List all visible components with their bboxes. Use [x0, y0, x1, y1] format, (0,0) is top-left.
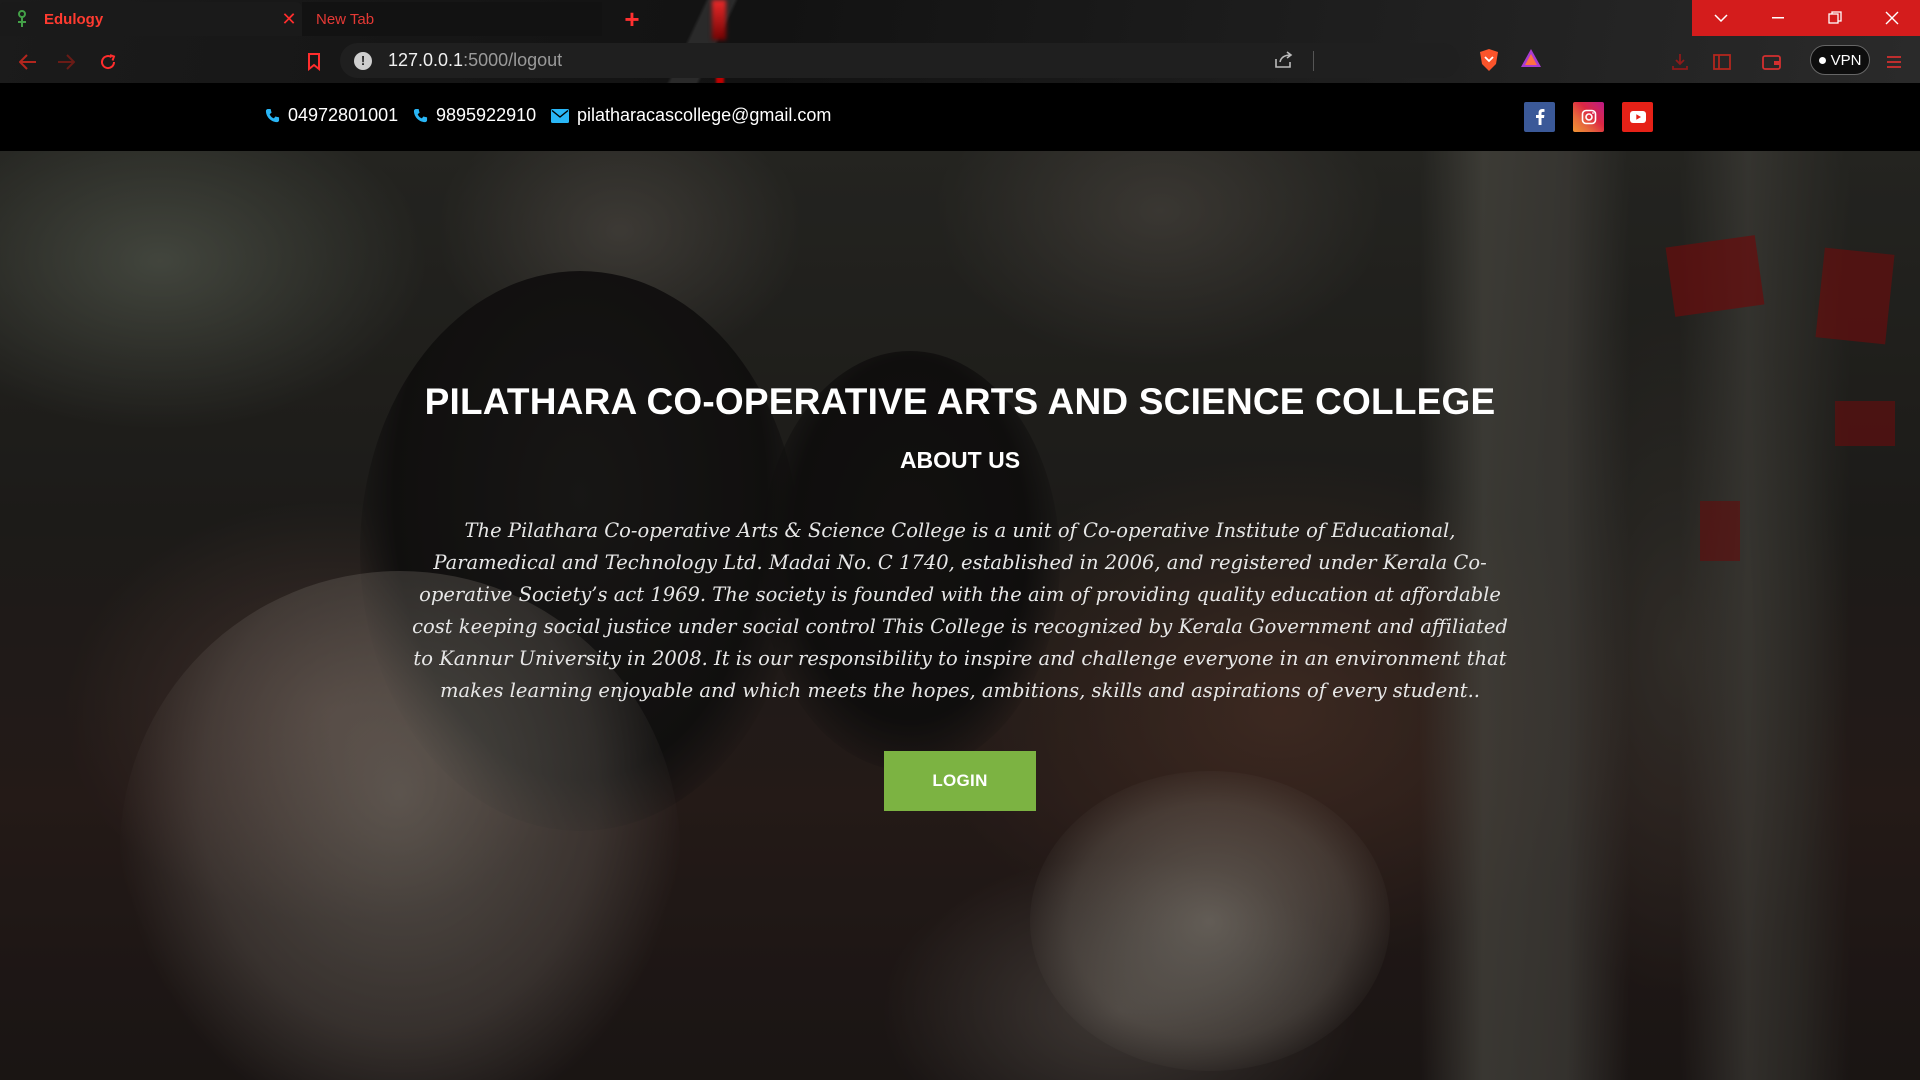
url-path: :5000/logout: [463, 50, 563, 70]
chrome-decoration: [712, 0, 726, 40]
about-us-description: The Pilathara Co-operative Arts & Scienc…: [412, 519, 1508, 702]
restore-icon[interactable]: [1806, 0, 1863, 36]
reload-icon[interactable]: [96, 50, 120, 74]
vpn-button[interactable]: VPN: [1810, 45, 1870, 75]
phone-number-2: 9895922910: [436, 105, 537, 125]
edulogy-favicon-icon: [14, 9, 30, 29]
instagram-icon: [1581, 109, 1596, 125]
youtube-icon: [1629, 111, 1646, 123]
phone-number-1: 04972801001: [288, 105, 399, 125]
instagram-button[interactable]: [1573, 102, 1604, 132]
hero-section: PILATHARA CO-OPERATIVE ARTS AND SCIENCE …: [0, 151, 1920, 1080]
college-title: PILATHARA CO-OPERATIVE ARTS AND SCIENCE …: [424, 381, 1496, 422]
new-tab-plus-icon[interactable]: +: [618, 6, 646, 34]
tab-close-icon[interactable]: ✕: [280, 10, 298, 28]
minimize-icon[interactable]: [1749, 0, 1806, 36]
vpn-status-dot-icon: [1818, 56, 1826, 64]
vpn-label: VPN: [1830, 51, 1862, 69]
address-bar[interactable]: ! 127.0.0.1:5000/logout: [340, 43, 1460, 78]
sidebar-icon[interactable]: [1710, 50, 1734, 74]
menu-hamburger-icon[interactable]: [1882, 50, 1906, 74]
contact-topbar: 04972801001 9895922910 pilatharacascolle…: [0, 83, 1920, 151]
brave-shields-icon[interactable]: [1478, 48, 1500, 77]
tab-title: Edulogy: [44, 10, 104, 28]
login-button[interactable]: LOGIN: [884, 751, 1036, 811]
download-icon[interactable]: [1668, 50, 1692, 74]
back-arrow-icon[interactable]: [16, 50, 40, 74]
facebook-button[interactable]: [1524, 102, 1555, 132]
browser-toolbar: ! 127.0.0.1:5000/logout 1 VPN: [0, 40, 1920, 83]
tab-edulogy[interactable]: Edulogy ✕: [0, 2, 302, 36]
url-host: 127.0.0.1: [388, 50, 464, 70]
brave-rewards-icon[interactable]: [1520, 48, 1542, 73]
envelope-icon: [551, 108, 569, 123]
email-contact[interactable]: pilatharacascollege@gmail.com: [551, 105, 831, 126]
phone-icon: [413, 108, 428, 123]
share-icon[interactable]: [1274, 51, 1294, 74]
phone-contact-1[interactable]: 04972801001: [265, 105, 398, 126]
tab-new-tab[interactable]: New Tab: [302, 2, 602, 36]
facebook-icon: [1535, 109, 1544, 125]
window-controls: [1692, 0, 1920, 36]
wallet-icon[interactable]: [1760, 50, 1784, 74]
browser-chrome: Edulogy ✕ New Tab + ! 127.0.0.1:5000/lo…: [0, 0, 1920, 83]
tab-search-chevron-icon[interactable]: [1692, 0, 1749, 36]
phone-icon: [265, 108, 280, 123]
phone-contact-2[interactable]: 9895922910: [413, 105, 536, 126]
tab-title: New Tab: [316, 10, 375, 28]
address-bar-separator: [1313, 51, 1314, 71]
youtube-button[interactable]: [1622, 102, 1653, 132]
close-window-icon[interactable]: [1863, 0, 1920, 36]
about-us-heading: ABOUT US: [899, 447, 1021, 473]
email-address: pilatharacascollege@gmail.com: [577, 105, 832, 125]
web-page: 04972801001 9895922910 pilatharacascolle…: [0, 83, 1920, 1080]
bookmark-icon[interactable]: [302, 50, 326, 74]
forward-arrow-icon[interactable]: [54, 50, 78, 74]
site-info-icon[interactable]: !: [354, 51, 372, 70]
